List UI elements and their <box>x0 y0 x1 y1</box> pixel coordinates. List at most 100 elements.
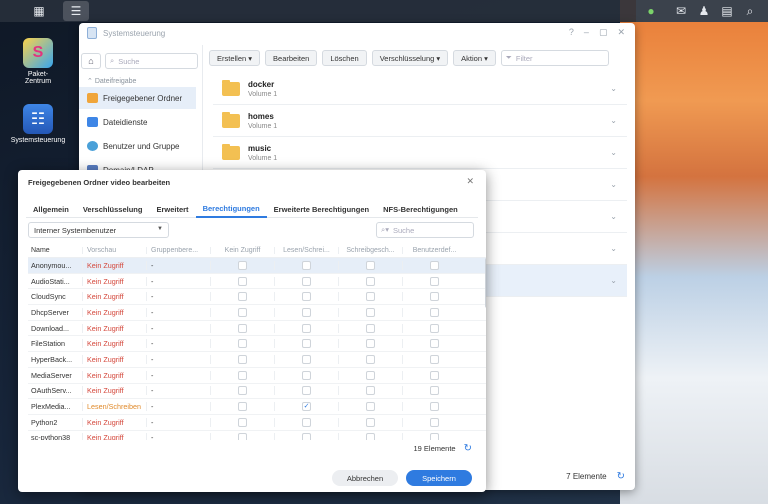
search-icon[interactable]: ⌕ <box>737 1 763 21</box>
save-button[interactable]: Speichern <box>406 470 472 486</box>
table-row[interactable]: sc-python38 Kein Zugriff - <box>28 431 486 440</box>
custom-checkbox[interactable] <box>430 323 439 333</box>
sidebar-section-header[interactable]: ⌃ Dateifreigabe <box>79 69 202 85</box>
chevron-down-icon[interactable]: ⌄ <box>610 212 617 221</box>
table-row[interactable]: AudioStati... Kein Zugriff - <box>28 274 486 290</box>
filter-input[interactable]: ⏷ Filter <box>500 50 609 66</box>
edit-button[interactable]: Bearbeiten <box>265 50 318 66</box>
read-write-checkbox[interactable] <box>302 307 311 317</box>
no-access-checkbox[interactable] <box>238 433 247 440</box>
custom-checkbox[interactable] <box>430 402 439 412</box>
table-row[interactable]: MediaServer Kein Zugriff - <box>28 368 486 384</box>
home-button[interactable]: ⌂ <box>81 53 101 69</box>
custom-checkbox[interactable] <box>430 307 439 317</box>
table-row[interactable]: HyperBack... Kein Zugriff - <box>28 352 486 368</box>
tab-nfs-permissions[interactable]: NFS-Berechtigungen <box>376 200 465 218</box>
no-access-checkbox[interactable] <box>238 339 247 349</box>
desktop-icon-control-panel[interactable]: ☷ Systemsteuerung <box>3 104 73 144</box>
chevron-down-icon[interactable]: ⌄ <box>610 84 617 93</box>
read-write-checkbox[interactable] <box>302 354 311 364</box>
close-icon[interactable]: ✕ <box>617 27 625 38</box>
table-row[interactable]: FileStation Kein Zugriff - <box>28 336 486 353</box>
desktop-icon-package-center[interactable]: S Paket- Zentrum <box>3 38 73 85</box>
no-access-checkbox[interactable] <box>238 354 247 364</box>
refresh-icon[interactable]: ↻ <box>617 471 625 482</box>
read-only-checkbox[interactable] <box>366 260 375 270</box>
chevron-down-icon[interactable]: ⌄ <box>610 180 617 189</box>
table-row[interactable]: OAuthServ... Kein Zugriff - <box>28 384 486 400</box>
delete-button[interactable]: Löschen <box>322 50 367 66</box>
main-menu-icon[interactable]: ▦ <box>26 1 52 21</box>
read-write-checkbox[interactable] <box>302 433 311 440</box>
custom-checkbox[interactable] <box>430 370 439 380</box>
no-access-checkbox[interactable] <box>238 276 247 286</box>
read-write-checkbox[interactable]: ✓ <box>302 402 311 412</box>
create-button[interactable]: Erstellen ▾ <box>209 50 261 66</box>
read-only-checkbox[interactable] <box>366 386 375 396</box>
chevron-down-icon[interactable]: ⌄ <box>610 244 617 253</box>
encryption-button[interactable]: Verschlüsselung ▾ <box>371 50 449 66</box>
action-button[interactable]: Aktion ▾ <box>453 50 496 66</box>
tab-general[interactable]: Allgemein <box>26 200 76 218</box>
no-access-checkbox[interactable] <box>238 386 247 396</box>
scrollbar[interactable] <box>485 258 486 308</box>
chevron-down-icon[interactable]: ⌄ <box>610 148 617 157</box>
sidebar-item-file-services[interactable]: Dateidienste <box>79 111 202 133</box>
read-write-checkbox[interactable] <box>302 417 311 427</box>
read-only-checkbox[interactable] <box>366 354 375 364</box>
folder-row[interactable]: homes Volume 1 ⌄ <box>213 105 627 137</box>
sidebar-item-user-group[interactable]: Benutzer und Gruppe <box>79 135 202 157</box>
table-row[interactable]: PlexMedia... Lesen/Schreiben - ✓ <box>28 399 486 415</box>
custom-checkbox[interactable] <box>430 417 439 427</box>
table-row[interactable]: CloudSync Kein Zugriff - <box>28 289 486 306</box>
read-write-checkbox[interactable] <box>302 386 311 396</box>
maximize-icon[interactable]: ▢ <box>599 27 608 38</box>
read-only-checkbox[interactable] <box>366 417 375 427</box>
read-only-checkbox[interactable] <box>366 402 375 412</box>
custom-checkbox[interactable] <box>430 433 439 440</box>
read-only-checkbox[interactable] <box>366 292 375 302</box>
read-only-checkbox[interactable] <box>366 370 375 380</box>
tab-permissions[interactable]: Berechtigungen <box>195 200 267 218</box>
read-only-checkbox[interactable] <box>366 339 375 349</box>
control-panel-taskbar-icon[interactable]: ☰ <box>63 1 89 21</box>
table-row[interactable]: Python2 Kein Zugriff - <box>28 415 486 431</box>
sidebar-search-input[interactable]: ⌕ Suche <box>105 53 198 69</box>
minimize-icon[interactable]: – <box>584 27 589 38</box>
custom-checkbox[interactable] <box>430 276 439 286</box>
no-access-checkbox[interactable] <box>238 402 247 412</box>
cancel-button[interactable]: Abbrechen <box>332 470 398 486</box>
tab-encryption[interactable]: Verschlüsselung <box>76 200 150 218</box>
no-access-checkbox[interactable] <box>238 292 247 302</box>
permissions-search-input[interactable]: ⌕▾ Suche <box>376 222 474 238</box>
window-titlebar[interactable]: Systemsteuerung <box>79 23 635 43</box>
table-row[interactable]: DhcpServer Kein Zugriff - <box>28 305 486 321</box>
help-icon[interactable]: ? <box>569 27 574 38</box>
custom-checkbox[interactable] <box>430 354 439 364</box>
read-only-checkbox[interactable] <box>366 307 375 317</box>
no-access-checkbox[interactable] <box>238 323 247 333</box>
custom-checkbox[interactable] <box>430 292 439 302</box>
read-write-checkbox[interactable] <box>302 276 311 286</box>
read-write-checkbox[interactable] <box>302 292 311 302</box>
no-access-checkbox[interactable] <box>238 370 247 380</box>
chevron-down-icon[interactable]: ⌄ <box>610 276 617 285</box>
read-only-checkbox[interactable] <box>366 276 375 286</box>
read-write-checkbox[interactable] <box>302 339 311 349</box>
custom-checkbox[interactable] <box>430 260 439 270</box>
folder-row[interactable]: docker Volume 1 ⌄ <box>213 73 627 105</box>
chevron-down-icon[interactable]: ⌄ <box>610 116 617 125</box>
sync-status-icon[interactable]: ● <box>638 1 664 21</box>
no-access-checkbox[interactable] <box>238 417 247 427</box>
custom-checkbox[interactable] <box>430 386 439 396</box>
refresh-icon[interactable]: ↻ <box>464 443 472 454</box>
tab-advanced[interactable]: Erweitert <box>149 200 195 218</box>
custom-checkbox[interactable] <box>430 339 439 349</box>
tab-advanced-permissions[interactable]: Erweiterte Berechtigungen <box>267 200 376 218</box>
folder-row[interactable]: music Volume 1 ⌄ <box>213 137 627 169</box>
read-write-checkbox[interactable] <box>302 260 311 270</box>
sidebar-item-shared-folder[interactable]: Freigegebener Ordner <box>79 87 196 109</box>
read-only-checkbox[interactable] <box>366 433 375 440</box>
close-icon[interactable]: ✕ <box>466 176 474 187</box>
read-write-checkbox[interactable] <box>302 323 311 333</box>
